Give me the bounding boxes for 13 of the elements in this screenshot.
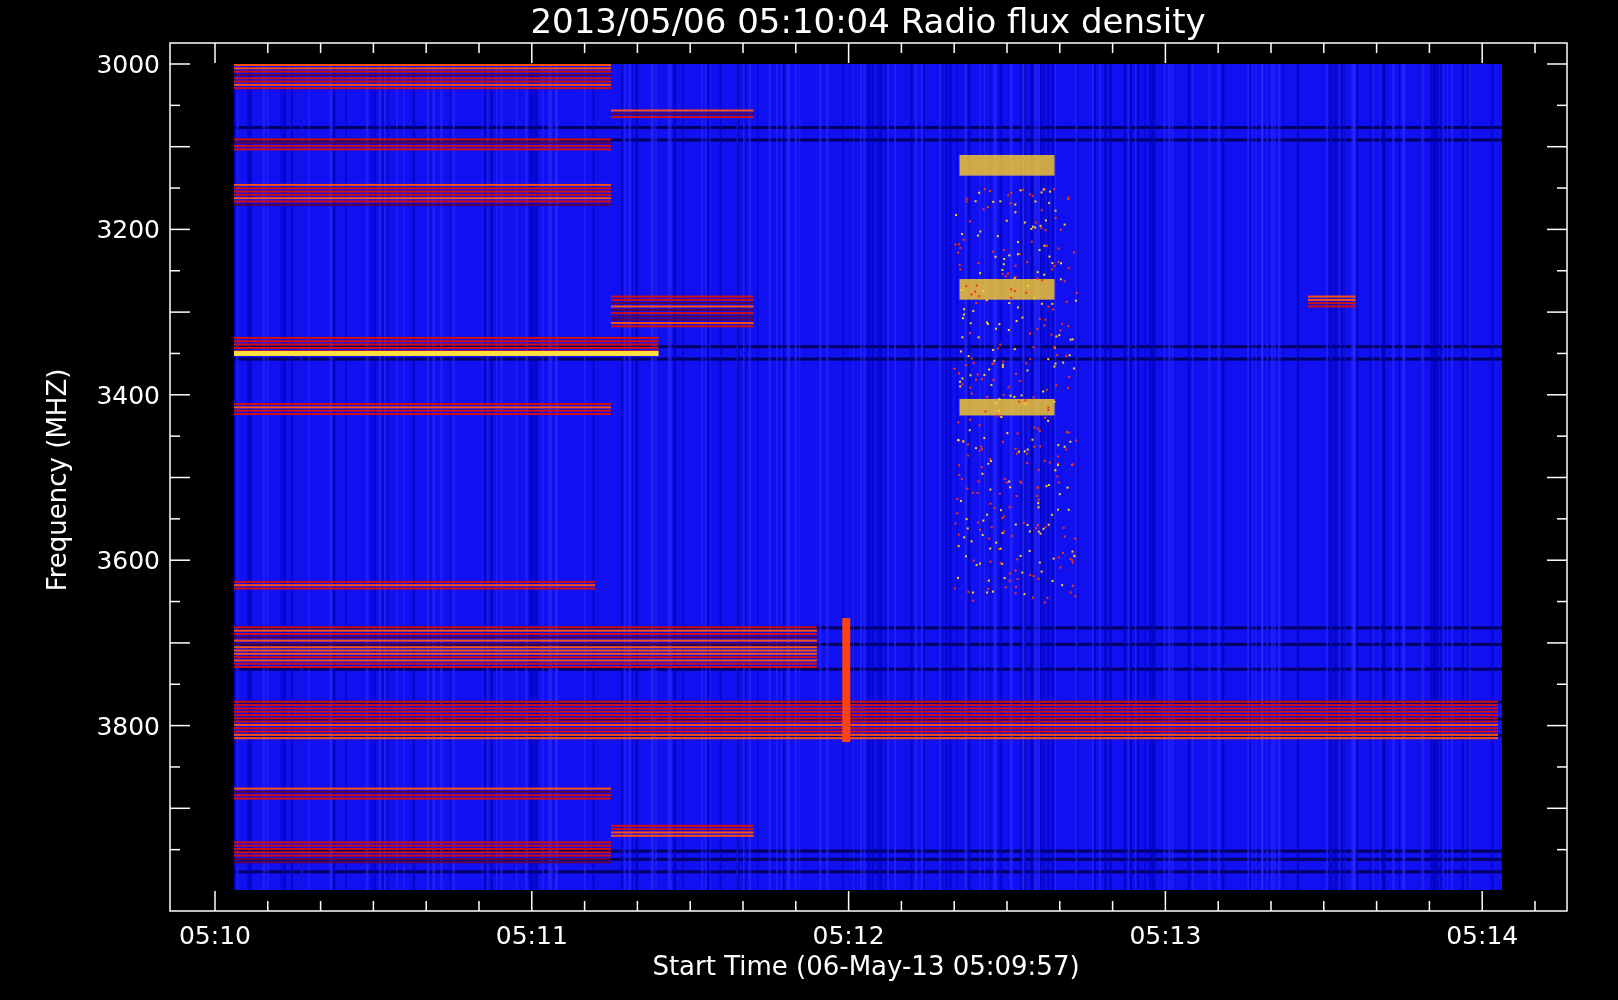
y-tick-label: 3000 (96, 50, 160, 79)
plot-title: 2013/05/06 05:10:04 Radio flux density (530, 1, 1206, 41)
x-tick-label: 05:12 (812, 921, 885, 950)
y-axis-label: Frequency (MHZ) (42, 368, 72, 592)
y-tick-label: 3800 (96, 711, 160, 741)
x-tick-label: 05:11 (495, 921, 568, 950)
x-tick-label: 05:13 (1129, 921, 1202, 950)
x-axis-label: Start Time (06-May-13 05:09:57) (652, 951, 1080, 981)
y-tick-label: 3600 (96, 546, 160, 576)
x-tick-label: 05:14 (1446, 921, 1519, 950)
x-tick-label: 05:10 (179, 921, 251, 950)
y-tick-label: 3400 (96, 380, 160, 410)
y-tick-label: 3200 (96, 215, 160, 245)
